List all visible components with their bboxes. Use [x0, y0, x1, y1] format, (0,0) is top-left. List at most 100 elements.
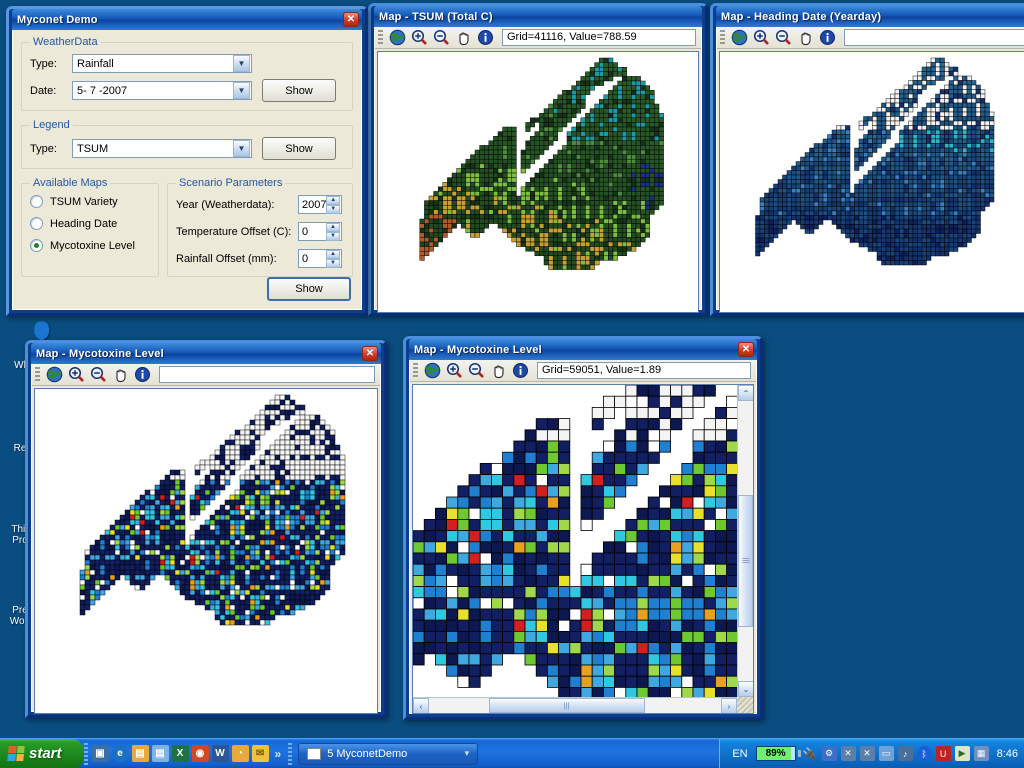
info-icon[interactable]	[816, 28, 838, 48]
weatherdata-show-button[interactable]: Show	[262, 79, 336, 102]
document-icon[interactable]: ▤	[151, 745, 169, 762]
globe-icon[interactable]	[421, 361, 443, 381]
map-window-mycotoxine-overview[interactable]: Map - Mycotoxine Level ✕	[25, 340, 387, 718]
zoom-in-icon[interactable]	[443, 361, 465, 381]
wireless-disconnected-icon[interactable]: ✕	[859, 746, 875, 761]
toolbar-grip[interactable]	[378, 30, 383, 45]
map-canvas-tsum[interactable]	[377, 51, 699, 313]
zoom-out-icon[interactable]	[87, 365, 109, 385]
globe-icon[interactable]	[43, 365, 65, 385]
scroll-up-button[interactable]: ⌃	[738, 385, 753, 401]
weather-date-combo[interactable]: 5- 7 -2007 ▼	[72, 81, 252, 100]
close-icon[interactable]: ✕	[738, 342, 754, 357]
pan-hand-icon[interactable]	[452, 28, 474, 48]
map-toolbar[interactable]	[32, 364, 380, 386]
legend-type-combo[interactable]: TSUM ▼	[72, 139, 252, 158]
spinner-buttons[interactable]: ▲ ▼	[326, 250, 340, 268]
taskbar-item-myconetdemo[interactable]: 5 MyconetDemo ▾	[298, 742, 479, 765]
horizontal-scrollbar[interactable]: ‹ ›	[413, 697, 737, 713]
myconet-demo-dialog[interactable]: Myconet Demo ✕ WeatherData Type: Rainfal…	[6, 6, 368, 316]
map-window-heading-date[interactable]: Map - Heading Date (Yearday)	[710, 3, 1024, 316]
titlebar[interactable]: Myconet Demo ✕	[12, 9, 362, 30]
clock-app-icon[interactable]: ◔	[231, 745, 249, 762]
zoom-in-icon[interactable]	[408, 28, 430, 48]
rainfall-offset-stepper[interactable]: 0 ▲ ▼	[298, 249, 342, 268]
sound-icon[interactable]: ♪	[897, 746, 913, 761]
horizontal-scroll-thumb[interactable]	[489, 698, 645, 713]
pan-hand-icon[interactable]	[794, 28, 816, 48]
spinner-buttons[interactable]: ▲ ▼	[326, 196, 340, 214]
temperature-offset-stepper[interactable]: 0 ▲ ▼	[298, 222, 342, 241]
scroll-right-button[interactable]: ›	[721, 698, 737, 713]
close-icon[interactable]: ✕	[362, 346, 378, 361]
titlebar[interactable]: Map - Mycotoxine Level ✕	[409, 339, 757, 360]
info-icon[interactable]	[474, 28, 496, 48]
map-window-tsum[interactable]: Map - TSUM (Total C) Grid=41116, Value=7…	[368, 3, 708, 316]
legend-show-button[interactable]: Show	[262, 137, 336, 160]
radio-indicator[interactable]	[30, 195, 43, 208]
map-status-field[interactable]	[159, 366, 375, 383]
globe-icon[interactable]	[386, 28, 408, 48]
radio-indicator[interactable]	[30, 217, 43, 230]
chevron-down-icon[interactable]: ▼	[233, 82, 250, 99]
toolbar-grip[interactable]	[720, 30, 725, 45]
radio-tsum-variety[interactable]: TSUM Variety	[30, 195, 150, 208]
zoom-out-icon[interactable]	[465, 361, 487, 381]
pan-hand-icon[interactable]	[487, 361, 509, 381]
excel-icon[interactable]: X	[171, 745, 189, 762]
folder-icon[interactable]: ▤	[131, 745, 149, 762]
zoom-out-icon[interactable]	[430, 28, 452, 48]
close-icon[interactable]: ✕	[343, 12, 359, 27]
year-stepper[interactable]: 2007 ▲ ▼	[298, 195, 342, 214]
bluetooth-icon[interactable]: ᛒ	[916, 746, 932, 761]
network-disconnected-icon[interactable]: ✕	[840, 746, 856, 761]
map-status-field[interactable]	[844, 29, 1024, 46]
mail-icon[interactable]: ✉	[251, 745, 269, 762]
chevron-down-icon[interactable]: ▼	[233, 140, 250, 157]
tablet-icon[interactable]: ▦	[973, 746, 989, 761]
info-icon[interactable]	[509, 361, 531, 381]
main-show-button[interactable]: Show	[267, 277, 351, 301]
map-toolbar[interactable]: Grid=41116, Value=788.59	[375, 27, 701, 49]
map-status-field[interactable]: Grid=59051, Value=1.89	[537, 362, 751, 379]
titlebar[interactable]: Map - Mycotoxine Level ✕	[31, 343, 381, 364]
radio-heading-date[interactable]: Heading Date	[30, 217, 150, 230]
internet-explorer-icon[interactable]: e	[111, 745, 129, 762]
spinner-buttons[interactable]: ▲ ▼	[326, 223, 340, 241]
zoom-in-icon[interactable]	[65, 365, 87, 385]
chevron-down-icon[interactable]: ▾	[465, 748, 470, 759]
map-toolbar[interactable]	[717, 27, 1024, 49]
display-icon[interactable]: ▭	[878, 746, 894, 761]
info-icon[interactable]	[131, 365, 153, 385]
show-desktop-icon[interactable]: ▣	[91, 745, 109, 762]
word-icon[interactable]: W	[211, 745, 229, 762]
map-canvas-heading-date[interactable]	[719, 51, 1024, 313]
overflow-chevron-icon[interactable]: »	[272, 747, 285, 761]
titlebar[interactable]: Map - Heading Date (Yearday)	[716, 6, 1024, 27]
antivirus-icon[interactable]: U	[935, 746, 951, 761]
outlook-icon[interactable]: ◉	[191, 745, 209, 762]
zoom-out-icon[interactable]	[772, 28, 794, 48]
media-icon[interactable]: ▶	[954, 746, 970, 761]
map-status-field[interactable]: Grid=41116, Value=788.59	[502, 29, 696, 46]
battery-indicator[interactable]: 89% 🔌	[755, 746, 818, 761]
map-canvas-mycotoxine-zoom[interactable]: ⌃ ⌄ ‹ ›	[412, 384, 754, 714]
toolbar-grip[interactable]	[413, 363, 418, 378]
start-button[interactable]: start	[0, 738, 84, 768]
radio-indicator[interactable]	[30, 239, 43, 252]
pan-hand-icon[interactable]	[109, 365, 131, 385]
map-canvas-mycotoxine-overview[interactable]	[34, 388, 378, 714]
map-window-mycotoxine-zoom[interactable]: Map - Mycotoxine Level ✕ Grid=59051, Val…	[403, 336, 763, 720]
toolbar-grip[interactable]	[35, 367, 40, 382]
network-config-icon[interactable]: ⚙	[821, 746, 837, 761]
clock[interactable]: 8:46	[993, 748, 1018, 760]
weather-type-combo[interactable]: Rainfall ▼	[72, 54, 252, 73]
scroll-left-button[interactable]: ‹	[413, 698, 429, 713]
map-toolbar[interactable]: Grid=59051, Value=1.89	[410, 360, 756, 382]
resize-corner[interactable]	[737, 697, 753, 713]
radio-mycotoxine-level[interactable]: Mycotoxine Level	[30, 239, 150, 252]
scroll-down-button[interactable]: ⌄	[738, 681, 753, 697]
vertical-scroll-thumb[interactable]	[738, 495, 753, 627]
chevron-down-icon[interactable]: ▼	[233, 55, 250, 72]
zoom-in-icon[interactable]	[750, 28, 772, 48]
